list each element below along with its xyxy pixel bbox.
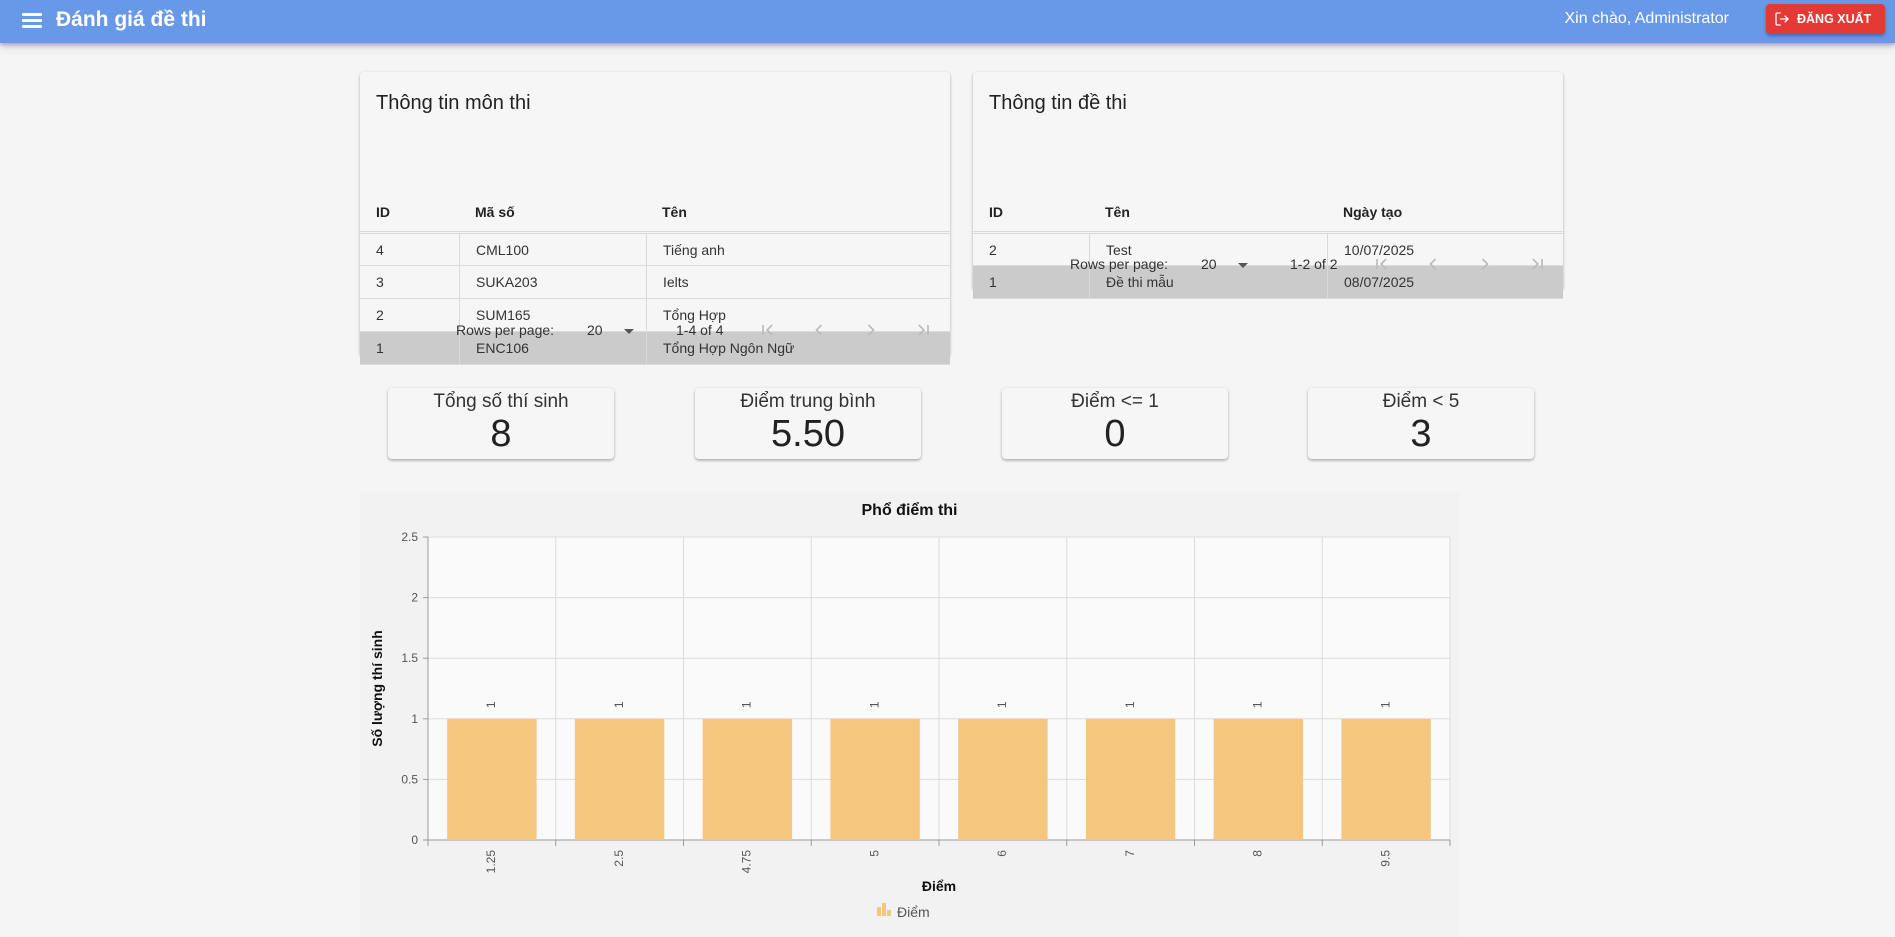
stat-score-lt-5: Điểm < 5 3 [1308,388,1534,459]
stat-label: Điểm < 5 [1382,391,1460,412]
stat-value: 0 [1104,413,1126,455]
first-page-icon[interactable] [1372,254,1392,274]
cell-id: 3 [376,274,384,290]
legend-icon [882,903,886,916]
chart-bar [702,718,793,840]
chevron-down-icon[interactable] [624,329,634,334]
rows-per-page-select[interactable]: 20 [1201,256,1217,272]
cell-id: 4 [376,241,384,258]
column-header-id: ID [989,203,1003,220]
stat-label: Tổng số thí sinh [433,391,569,412]
previous-page-icon[interactable] [1423,254,1443,274]
exams-pagination: Rows per page: 20 1-2 of 2 [973,240,1563,290]
data-label: 1 [484,701,498,708]
y-axis-title: Số lượng thí sinh [369,630,385,747]
data-label: 1 [995,701,1009,708]
menu-icon[interactable] [22,10,42,30]
logout-icon [1775,12,1789,26]
subjects-card: Thông tin môn thi ID Mã số Tên 4 CML100 … [360,72,950,365]
exams-card: Thông tin đề thi ID Tên Ngày tạo 2 Test … [973,72,1563,299]
x-tick-label: 5 [867,850,881,857]
rows-per-page-label: Rows per page: [456,322,555,338]
rows-per-page-label: Rows per page: [1070,256,1169,272]
exams-title: Thông tin đề thi [989,92,1127,114]
x-tick-label: 9.5 [1378,850,1392,867]
x-tick-label: 1.25 [484,850,498,874]
first-page-icon[interactable] [758,320,778,340]
score-distribution-chart: Phổ điểm thi 0 0.5 1 1.5 2 2.5 1 1.25 1 2.5 1 4.75 1… [360,492,1459,937]
cell-code: CML100 [459,234,529,265]
data-label: 1 [1378,701,1392,708]
x-tick-label: 4.75 [740,850,754,874]
app-bar: Đánh giá đề thi Xin chào, Administrator … [0,0,1895,43]
y-tick-label: 2.5 [401,530,418,544]
previous-page-icon[interactable] [809,320,829,340]
y-tick-label: 0 [411,833,418,847]
bar-chart: 0 0.5 1 1.5 2 2.5 1 1.25 1 2.5 1 4.75 1 5 1 6 1 7 1 8 1 9.5 Đi… [369,530,1451,920]
y-tick-label: 1 [411,712,418,726]
x-tick-label: 7 [1123,850,1137,857]
column-header-name: Tên [1105,203,1130,220]
stat-average-score: Điểm trung bình 5.50 [695,388,921,459]
stat-score-le-1: Điểm <= 1 0 [1002,388,1228,459]
x-tick-label: 6 [995,850,1009,857]
cell-name: Tiếng anh [646,234,725,265]
x-tick-label: 8 [1251,850,1265,857]
subjects-table-header: ID Mã số Tên [360,192,950,232]
greeting-text: Xin chào, Administrator [1564,10,1729,27]
y-tick-label: 2 [411,591,418,605]
pagination-range: 1-4 of 4 [676,322,724,338]
logout-label: ĐĂNG XUẤT [1797,12,1872,26]
column-header-name: Tên [662,203,687,220]
data-label: 1 [867,701,881,708]
logout-button[interactable]: ĐĂNG XUẤT [1766,4,1885,34]
stat-label: Điểm trung bình [740,391,876,412]
stat-value: 8 [490,413,512,455]
legend-label: Điểm [897,904,930,920]
chevron-down-icon[interactable] [1238,263,1248,268]
stat-total-candidates: Tổng số thí sinh 8 [388,388,614,459]
next-page-icon[interactable] [1475,254,1495,274]
column-header-code: Mã số [475,203,515,220]
table-row[interactable]: 4 CML100 Tiếng anh [360,233,950,266]
y-tick-label: 1.5 [401,651,418,665]
chart-bar [1341,718,1431,840]
data-label: 1 [612,701,626,708]
y-tick-label: 0.5 [401,772,418,786]
x-tick-label: 2.5 [612,850,626,867]
table-row[interactable]: 3 SUKA203 Ielts [360,266,950,299]
stat-label: Điểm <= 1 [1071,391,1159,412]
chart-bar [1213,718,1304,840]
app-title: Đánh giá đề thi [56,8,207,31]
legend-icon [877,907,881,916]
stat-value: 3 [1410,413,1432,455]
legend-icon [887,910,891,916]
chart-bar [1085,718,1176,840]
chart-bar [447,718,537,840]
chart-bar [830,718,920,840]
exams-table-header: ID Tên Ngày tạo [973,192,1563,232]
next-page-icon[interactable] [861,320,881,340]
cell-code: SUKA203 [459,266,537,298]
cell-name: Ielts [646,266,689,298]
data-label: 1 [740,701,754,708]
x-axis-title: Điểm [922,878,956,894]
pagination-range: 1-2 of 2 [1290,256,1338,272]
column-header-id: ID [376,203,390,220]
chart-bar [574,718,665,840]
subjects-pagination: Rows per page: 20 1-4 of 4 [360,306,950,356]
last-page-icon[interactable] [1527,254,1547,274]
last-page-icon[interactable] [913,320,933,340]
subjects-title: Thông tin môn thi [376,92,531,114]
rows-per-page-select[interactable]: 20 [587,322,603,338]
data-label: 1 [1251,701,1265,708]
column-header-created-date: Ngày tạo [1343,203,1403,220]
data-label: 1 [1123,701,1137,708]
chart-bar [958,718,1048,840]
stat-value: 5.50 [771,413,845,455]
